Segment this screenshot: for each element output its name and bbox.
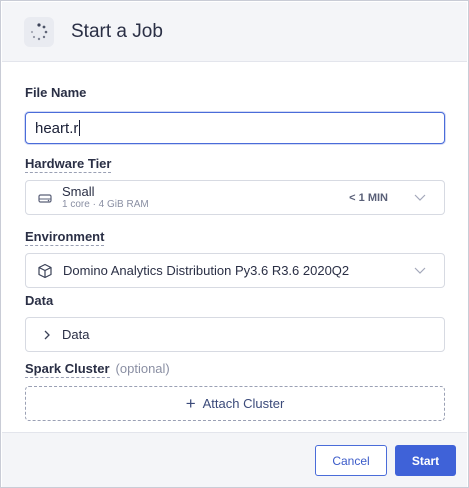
- data-label: Data: [25, 293, 54, 308]
- spinner-icon: [24, 16, 54, 47]
- spark-cluster-label-row: Spark Cluster (optional): [25, 361, 170, 378]
- dialog-header: Start a Job: [2, 2, 467, 62]
- chevron-down-icon: [414, 263, 426, 282]
- plus-icon: +: [185, 394, 196, 413]
- text-caret: [79, 120, 81, 136]
- environment-label: Environment: [25, 229, 105, 246]
- environment-value: Domino Analytics Distribution Py3.6 R3.6…: [63, 263, 350, 278]
- hard-drive-icon: [38, 192, 52, 204]
- dialog-title: Start a Job: [71, 20, 163, 42]
- cancel-button[interactable]: Cancel: [315, 445, 387, 476]
- hardware-tier-detail: 1 core · 4 GiB RAM: [62, 199, 149, 211]
- hardware-tier-label: Hardware Tier: [25, 156, 112, 173]
- chevron-down-icon: [414, 190, 426, 209]
- environment-select[interactable]: Domino Analytics Distribution Py3.6 R3.6…: [25, 253, 445, 288]
- hardware-tier-name: Small: [62, 183, 95, 199]
- file-name-label: File Name: [25, 85, 87, 100]
- file-name-value: heart.r: [35, 119, 79, 137]
- start-button[interactable]: Start: [395, 445, 456, 476]
- attach-cluster-label: Attach Cluster: [202, 396, 285, 411]
- attach-cluster-button[interactable]: + Attach Cluster: [25, 386, 445, 421]
- chevron-right-icon: [43, 329, 51, 341]
- hardware-tier-select[interactable]: Small 1 core · 4 GiB RAM < 1 MIN: [25, 180, 445, 215]
- spark-cluster-label: Spark Cluster: [25, 361, 110, 378]
- optional-hint: (optional): [115, 361, 170, 376]
- start-job-dialog: Start a Job File Name heart.r Hardware T…: [0, 0, 469, 488]
- dialog-footer: Cancel Start: [2, 432, 467, 487]
- data-expander[interactable]: Data: [25, 317, 445, 352]
- cube-icon: [37, 263, 53, 279]
- data-expander-label: Data: [62, 327, 90, 342]
- hardware-tier-time: < 1 MIN: [349, 192, 388, 204]
- file-name-input[interactable]: heart.r: [25, 112, 445, 144]
